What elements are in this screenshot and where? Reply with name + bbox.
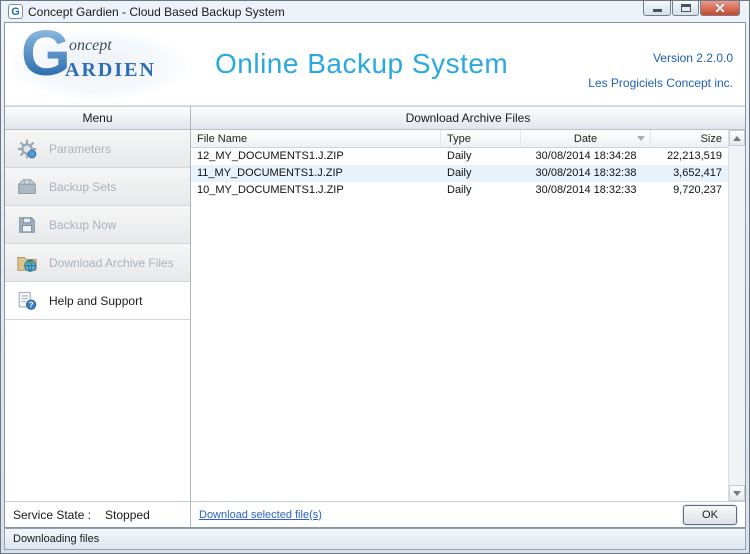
close-icon [714, 2, 726, 14]
column-header-type[interactable]: Type [441, 130, 521, 148]
cell-file-name: 12_MY_DOCUMENTS1.J.ZIP [191, 148, 441, 165]
logo-text-gardien: ARDIEN [65, 59, 156, 82]
cell-date: 30/08/2014 18:34:28 [521, 148, 651, 165]
grid-header: File Name Type Date Size [191, 130, 728, 148]
main-panel-header: Download Archive Files [191, 106, 745, 130]
table-row[interactable]: 10_MY_DOCUMENTS1.J.ZIP Daily 30/08/2014 … [191, 182, 728, 199]
main-footer: Download selected file(s) OK [191, 501, 745, 527]
table-row[interactable]: 11_MY_DOCUMENTS1.J.ZIP Daily 30/08/2014 … [191, 165, 728, 182]
gear-icon [15, 138, 39, 160]
service-state-label: Service State : [13, 508, 91, 522]
grid-rows: 12_MY_DOCUMENTS1.J.ZIP Daily 30/08/2014 … [191, 148, 728, 501]
sidebar-item-label: Parameters [49, 142, 111, 156]
cell-size: 3,652,417 [651, 165, 728, 182]
cell-size: 9,720,237 [651, 182, 728, 199]
column-label: Size [701, 133, 722, 145]
sidebar-item-label: Help and Support [49, 294, 142, 308]
sidebar-item-parameters[interactable]: Parameters [5, 130, 190, 168]
service-state-value: Stopped [105, 508, 150, 522]
help-icon: ? [15, 290, 39, 312]
column-label: Type [447, 133, 471, 145]
cell-file-name: 10_MY_DOCUMENTS1.J.ZIP [191, 182, 441, 199]
sort-desc-icon [637, 136, 645, 141]
cell-date: 30/08/2014 18:32:33 [521, 182, 651, 199]
sidebar-item-label: Backup Now [49, 218, 116, 232]
titlebar: G Concept Gardien - Cloud Based Backup S… [4, 1, 746, 22]
logo-letter-g: G [21, 21, 71, 85]
column-label: File Name [197, 133, 247, 145]
body: Menu Parameters [5, 106, 745, 527]
cell-type: Daily [441, 182, 521, 199]
sidebar-item-help-and-support[interactable]: ? Help and Support [5, 282, 190, 320]
ok-button[interactable]: OK [683, 505, 737, 525]
download-selected-link[interactable]: Download selected file(s) [199, 509, 322, 521]
header-right: Version 2.2.0.0 Les Progiciels Concept i… [588, 29, 745, 100]
app-logo: G oncept ARDIEN [5, 23, 193, 105]
sidebar-item-backup-sets[interactable]: Backup Sets [5, 168, 190, 206]
company-label: Les Progiciels Concept inc. [588, 76, 733, 90]
scroll-down-button[interactable] [729, 485, 745, 501]
status-text: Downloading files [13, 533, 99, 545]
sidebar-item-label: Backup Sets [49, 180, 116, 194]
globe-folder-icon [15, 252, 39, 274]
maximize-icon [681, 4, 691, 12]
scroll-up-button[interactable] [729, 130, 745, 146]
app-title: Online Backup System [215, 48, 508, 80]
service-state: Service State : Stopped [5, 501, 190, 527]
logo-text-concept: oncept [69, 37, 112, 55]
main-panel: Download Archive Files File Name Type Da… [191, 106, 745, 527]
cell-type: Daily [441, 165, 521, 182]
version-label: Version 2.2.0.0 [653, 51, 733, 65]
window-controls [642, 1, 740, 16]
sidebar-item-backup-now[interactable]: Backup Now [5, 206, 190, 244]
column-header-size[interactable]: Size [651, 130, 728, 148]
sidebar-item-download-archive-files[interactable]: Download Archive Files [5, 244, 190, 282]
table-row[interactable]: 12_MY_DOCUMENTS1.J.ZIP Daily 30/08/2014 … [191, 148, 728, 165]
minimize-button[interactable] [643, 1, 671, 16]
statusbar: Downloading files [4, 528, 746, 550]
content-frame: G oncept ARDIEN Online Backup System Ver… [4, 22, 746, 528]
minimize-icon [653, 9, 662, 12]
column-header-file-name[interactable]: File Name [191, 130, 441, 148]
grid: File Name Type Date Size [191, 130, 728, 501]
archive-files-table: File Name Type Date Size [191, 130, 745, 501]
sidebar-item-label: Download Archive Files [49, 256, 174, 270]
save-disk-icon [15, 214, 39, 236]
cell-file-name: 11_MY_DOCUMENTS1.J.ZIP [191, 165, 441, 182]
cell-type: Daily [441, 148, 521, 165]
cell-size: 22,213,519 [651, 148, 728, 165]
down-arrow-icon [733, 491, 741, 496]
app-window: G Concept Gardien - Cloud Based Backup S… [0, 0, 750, 554]
svg-text:?: ? [29, 300, 34, 309]
backup-sets-icon [15, 176, 39, 198]
maximize-button[interactable] [672, 1, 699, 16]
sidebar: Menu Parameters [5, 106, 191, 527]
menu-header: Menu [5, 106, 190, 130]
cell-date: 30/08/2014 18:32:38 [521, 165, 651, 182]
column-label: Date [574, 133, 597, 145]
vertical-scrollbar[interactable] [728, 130, 745, 501]
close-button[interactable] [700, 1, 740, 16]
column-header-date[interactable]: Date [521, 130, 651, 148]
sidebar-spacer [5, 320, 190, 501]
app-header: G oncept ARDIEN Online Backup System Ver… [5, 23, 745, 106]
up-arrow-icon [733, 136, 741, 141]
